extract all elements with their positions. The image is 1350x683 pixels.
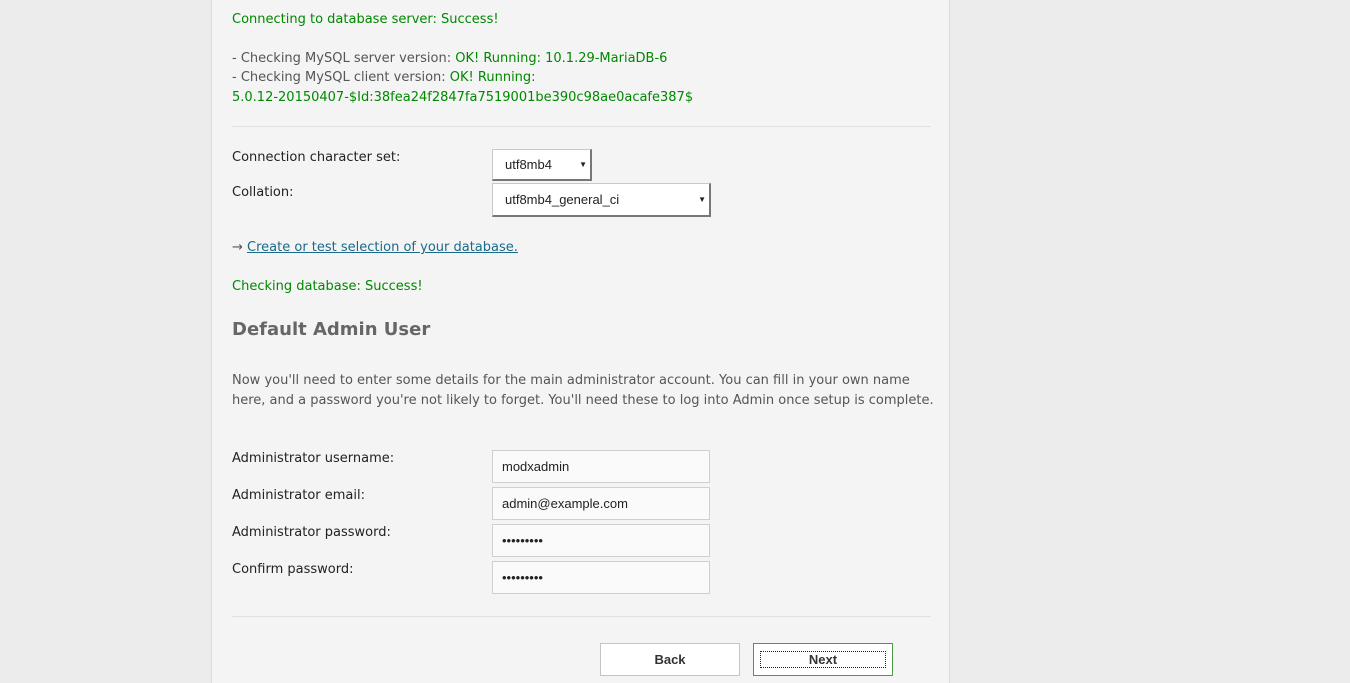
database-check-result: Success!: [365, 279, 423, 294]
right-arrow-icon: →: [232, 240, 243, 255]
collation-label: Collation:: [232, 185, 294, 200]
database-check-status: Checking database: Success!: [232, 277, 423, 296]
email-label: Administrator email:: [232, 488, 365, 503]
username-input[interactable]: [492, 450, 710, 483]
admin-section-heading: Default Admin User: [232, 319, 431, 340]
collation-dropdown-arrow-icon: ▼: [698, 195, 706, 204]
confirm-password-label: Confirm password:: [232, 562, 354, 577]
admin-description: Now you'll need to enter some details fo…: [232, 373, 934, 408]
collation-select[interactable]: utf8mb4_general_ci ▼: [492, 183, 711, 217]
installer-panel: Connecting to database server: Success! …: [211, 0, 950, 683]
charset-select-value: utf8mb4: [505, 157, 552, 172]
password-label: Administrator password:: [232, 525, 391, 540]
connection-status: Connecting to database server: Success!: [232, 10, 499, 29]
collation-select-value: utf8mb4_general_ci: [505, 192, 620, 207]
back-button[interactable]: Back: [600, 643, 740, 676]
client-version-result: OK! Running:: [449, 70, 536, 85]
charset-dropdown-arrow-icon: ▼: [579, 160, 587, 169]
divider-top: [232, 126, 931, 127]
create-database-link[interactable]: Create or test selection of your databas…: [247, 240, 518, 255]
confirm-password-input[interactable]: [492, 561, 710, 594]
charset-label: Connection character set:: [232, 150, 401, 165]
client-version-prefix: - Checking MySQL client version:: [232, 70, 450, 85]
database-check-prefix: Checking database:: [232, 279, 366, 294]
charset-select[interactable]: utf8mb4 ▼: [492, 149, 592, 181]
username-label: Administrator username:: [232, 451, 395, 466]
client-version-check: - Checking MySQL client version: OK! Run…: [232, 68, 536, 87]
server-version-result: OK! Running: 10.1.29-MariaDB-6: [455, 51, 668, 66]
email-input[interactable]: [492, 487, 710, 520]
connecting-result: Success!: [441, 12, 499, 27]
password-input[interactable]: [492, 524, 710, 557]
server-version-prefix: - Checking MySQL server version:: [232, 51, 456, 66]
client-version-id: 5.0.12-20150407-$Id:38fea24f2847fa751900…: [232, 90, 694, 105]
server-version-check: - Checking MySQL server version: OK! Run…: [232, 49, 667, 68]
create-database-row: → Create or test selection of your datab…: [232, 238, 518, 257]
divider-bottom: [232, 616, 931, 617]
next-button-label: Next: [760, 651, 886, 668]
next-button[interactable]: Next: [753, 643, 893, 676]
connecting-prefix: Connecting to database server:: [232, 12, 442, 27]
